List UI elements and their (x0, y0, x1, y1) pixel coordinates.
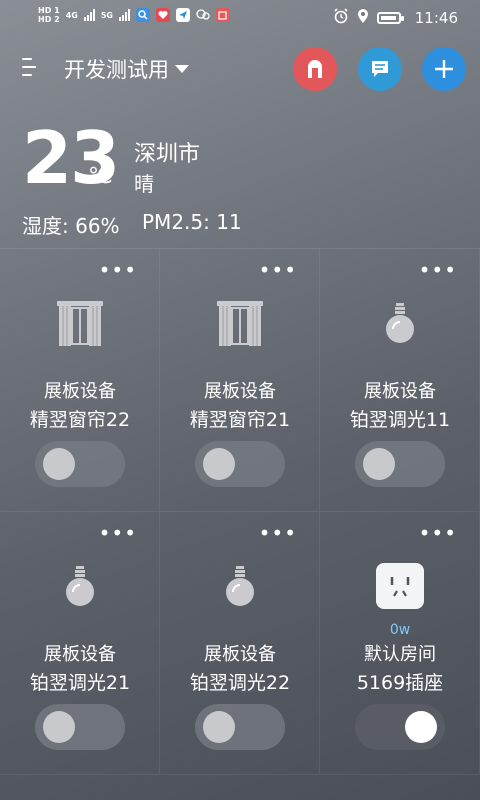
device-grid: ••• 展板设备 精翌窗帘22 ••• 展板设备 精翌窗帘21 ••• 展板设备… (0, 248, 480, 775)
weather-condition: 晴 (134, 172, 154, 196)
bulb-icon (370, 293, 430, 353)
pm25-label: PM2.5: (142, 210, 210, 234)
city-name: 深圳市 (134, 142, 201, 167)
device-name: 铂翌调光21 (29, 672, 131, 694)
device-toggle[interactable] (195, 441, 285, 487)
device-room: 展板设备 (364, 381, 436, 402)
device-room: 展板设备 (44, 381, 116, 402)
signal-1-icon (83, 9, 95, 21)
more-options-icon[interactable]: ••• (99, 523, 137, 543)
page-title: 开发测试用 (64, 58, 169, 82)
toggle-knob (363, 448, 395, 480)
toggle-knob (43, 448, 75, 480)
weather-panel: 23 ℃ 深圳市 晴 湿度: 66% PM2.5: 11 (0, 118, 480, 248)
device-tile[interactable]: ••• 0w 默认房间 5169插座 (320, 512, 480, 775)
temperature-unit: ℃ (88, 164, 113, 189)
device-room: 默认房间 (364, 644, 436, 665)
humidity-value: 66% (75, 214, 120, 238)
top-bar: 开发测试用 (0, 44, 480, 94)
device-tile[interactable]: ••• 展板设备 铂翌调光22 (160, 512, 320, 775)
more-options-icon[interactable]: ••• (419, 260, 457, 280)
device-tile[interactable]: ••• 展板设备 铂翌调光21 (0, 512, 160, 775)
sim-labels: HD 1 HD 2 (38, 6, 60, 24)
menu-icon[interactable] (22, 56, 40, 78)
status-bar: HD 1 HD 2 4G 5G 11:46 (0, 0, 480, 36)
network-1-label: 4G (65, 10, 78, 20)
device-toggle[interactable] (355, 704, 445, 750)
socket-icon (370, 556, 430, 616)
signal-2-icon (118, 9, 130, 21)
network-2-label: 5G (100, 10, 113, 20)
status-right: 11:46 (333, 8, 458, 28)
toggle-knob (43, 711, 75, 743)
device-name: 精翌窗帘22 (29, 409, 131, 431)
more-options-icon[interactable]: ••• (259, 260, 297, 280)
device-power: 0w (389, 622, 411, 638)
more-options-icon[interactable]: ••• (99, 260, 137, 280)
bulb-icon (210, 556, 270, 616)
device-name: 铂翌调光11 (349, 409, 451, 431)
hd2-label: HD 2 (38, 15, 60, 24)
search-app-icon (135, 8, 150, 22)
battery-icon (376, 12, 404, 24)
toggle-knob (405, 711, 437, 743)
heart-app-icon (155, 8, 170, 22)
device-room: 展板设备 (44, 644, 116, 665)
toggle-knob (203, 711, 235, 743)
message-icon (372, 61, 388, 77)
dropdown-caret-icon (175, 65, 189, 73)
pm25-value: 11 (216, 210, 242, 234)
chat-app-icon (196, 8, 210, 22)
device-toggle[interactable] (355, 441, 445, 487)
humidity: 湿度: 66% (22, 210, 120, 239)
bulb-icon (50, 556, 110, 616)
device-name: 5169插座 (356, 672, 444, 694)
humidity-label: 湿度: (22, 214, 69, 238)
device-toggle[interactable] (35, 704, 125, 750)
more-options-icon[interactable]: ••• (259, 523, 297, 543)
device-tile[interactable]: ••• 展板设备 铂翌调光11 (320, 249, 480, 512)
door-button[interactable] (293, 47, 337, 91)
add-button[interactable] (422, 47, 466, 91)
curtain-icon (50, 293, 110, 353)
curtain-icon (210, 293, 270, 353)
device-tile[interactable]: ••• 展板设备 精翌窗帘21 (160, 249, 320, 512)
message-button[interactable] (358, 47, 402, 91)
app-notification-icon (215, 8, 230, 22)
status-left: HD 1 HD 2 4G 5G (38, 6, 230, 24)
toggle-knob (203, 448, 235, 480)
device-room: 展板设备 (204, 644, 276, 665)
more-options-icon[interactable]: ••• (419, 523, 457, 543)
home-selector[interactable]: 开发测试用 (64, 54, 189, 84)
device-tile[interactable]: ••• 展板设备 精翌窗帘22 (0, 249, 160, 512)
pm25: PM2.5: 11 (142, 210, 242, 234)
plus-icon (435, 60, 453, 78)
device-name: 铂翌调光22 (189, 672, 291, 694)
device-room: 展板设备 (204, 381, 276, 402)
hd1-label: HD 1 (38, 6, 60, 15)
send-app-icon (175, 8, 190, 22)
alarm-icon (333, 8, 349, 28)
device-name: 精翌窗帘21 (189, 409, 291, 431)
device-toggle[interactable] (35, 441, 125, 487)
door-icon (308, 60, 322, 78)
location-icon (357, 8, 369, 28)
device-toggle[interactable] (195, 704, 285, 750)
status-time: 11:46 (414, 9, 458, 27)
